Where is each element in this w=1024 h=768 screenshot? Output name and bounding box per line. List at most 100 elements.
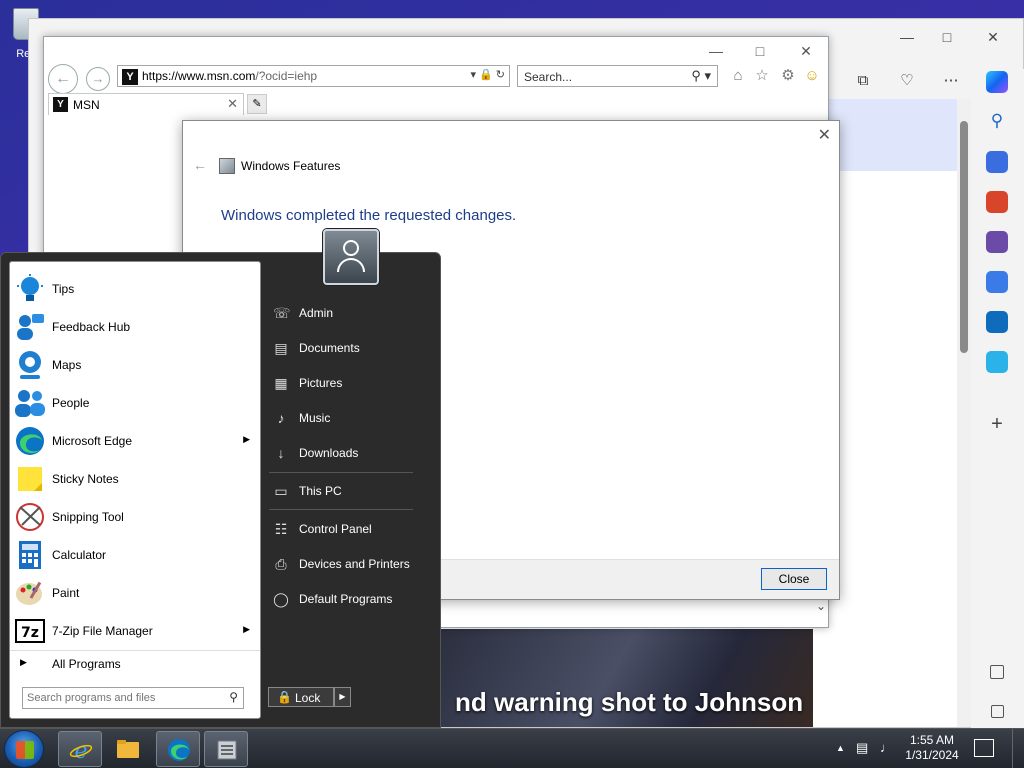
program-label: Calculator <box>52 548 107 562</box>
smiley-feedback-icon[interactable]: ☺ <box>802 66 822 86</box>
edge-close-button[interactable]: ✕ <box>983 27 1003 47</box>
music-icon: ♪ <box>277 410 285 426</box>
ie-close-button[interactable]: ✕ <box>796 41 816 61</box>
search-icon[interactable]: ⚲ <box>229 690 238 704</box>
tools-icon[interactable] <box>986 191 1008 213</box>
program-7zip[interactable]: 7z 7-Zip File Manager ▶ <box>10 612 260 650</box>
start-search-box[interactable]: ⚲ <box>22 687 244 709</box>
edge-collections-icon[interactable]: ⧉ <box>851 69 875 93</box>
headline-text[interactable]: nd warning shot to Johnson <box>455 687 803 718</box>
games-icon[interactable] <box>986 231 1008 253</box>
sidebar-toggle-icon[interactable] <box>990 665 1004 679</box>
start-button[interactable] <box>4 730 44 768</box>
power-options-arrow-icon[interactable]: ▶ <box>334 687 351 707</box>
user-avatar-body <box>337 258 365 272</box>
edge-health-icon[interactable]: ♡ <box>895 69 919 93</box>
outlook-icon[interactable] <box>986 311 1008 333</box>
search-icon[interactable]: ⚲ ▾ <box>691 68 711 84</box>
feedback-hub-icon <box>17 314 44 340</box>
tray-expand-icon[interactable]: ▲ <box>836 743 845 753</box>
network-icon[interactable]: ▤ <box>856 740 868 756</box>
favorites-star-icon[interactable]: ☆ <box>752 66 772 86</box>
start-right-this-pc[interactable]: ▭ This PC <box>269 476 419 506</box>
program-feedback-hub[interactable]: Feedback Hub <box>10 308 260 346</box>
back-arrow-icon[interactable]: ← <box>193 157 207 173</box>
edge-minimize-button[interactable]: — <box>897 27 917 47</box>
program-sticky-notes[interactable]: Sticky Notes <box>10 460 260 498</box>
start-right-downloads[interactable]: ↓ Downloads <box>269 438 419 468</box>
url-text[interactable]: https://www.msn.com/?ocid=iehp <box>142 69 317 83</box>
submenu-arrow-icon[interactable]: ▶ <box>243 434 250 445</box>
lock-button[interactable]: 🔒 Lock <box>268 687 334 707</box>
ie-maximize-button[interactable]: □ <box>750 41 770 61</box>
program-tips[interactable]: Tips <box>10 270 260 308</box>
program-label: People <box>52 396 90 410</box>
tips-icon <box>17 274 43 301</box>
user-avatar[interactable] <box>323 229 379 285</box>
right-item-label: Documents <box>299 341 360 355</box>
taskbar-file-explorer[interactable] <box>106 731 150 767</box>
start-right-documents[interactable]: ▤ Documents <box>269 333 419 363</box>
forward-button[interactable]: → <box>86 67 110 91</box>
internet-explorer-icon: e <box>69 739 93 762</box>
taskbar-windows-features[interactable] <box>204 731 248 767</box>
open-external-icon[interactable] <box>991 705 1004 718</box>
taskbar-edge[interactable] <box>156 731 200 767</box>
windows-features-icon <box>217 740 237 760</box>
add-sidebar-icon[interactable]: + <box>986 413 1008 435</box>
clock-time: 1:55 AM <box>909 733 955 747</box>
close-icon[interactable]: ✕ <box>818 125 831 145</box>
home-icon[interactable]: ⌂ <box>728 66 748 86</box>
copilot-icon[interactable] <box>986 71 1008 93</box>
right-separator <box>269 509 413 510</box>
start-right-admin[interactable]: ☏ Admin <box>269 298 419 328</box>
right-item-label: Pictures <box>299 376 343 390</box>
control-panel-icon: ☷ <box>274 521 288 537</box>
start-right-default-programs[interactable]: ◯ Default Programs <box>269 584 419 614</box>
ie-minimize-button[interactable]: — <box>706 41 726 61</box>
new-tab-button[interactable]: ✎ <box>247 94 267 114</box>
program-maps[interactable]: Maps <box>10 346 260 384</box>
lock-label: Lock <box>295 691 321 705</box>
search-icon[interactable]: ⚲ <box>986 111 1008 133</box>
shopping-tag-icon[interactable] <box>986 151 1008 173</box>
chevron-down-icon[interactable]: ⌄ <box>816 599 826 613</box>
right-item-label: Control Panel <box>299 522 372 536</box>
gear-icon[interactable]: ⚙ <box>778 66 798 86</box>
program-calculator[interactable]: Calculator <box>10 536 260 574</box>
back-button[interactable]: ← <box>48 64 78 94</box>
start-right-devices-printers[interactable]: ⎙ Devices and Printers <box>269 549 419 579</box>
right-item-label: This PC <box>299 484 342 498</box>
edge-scrollbar[interactable] <box>957 99 971 727</box>
all-programs[interactable]: ▶ All Programs <box>10 650 260 674</box>
notification-icon[interactable] <box>974 739 994 757</box>
sticky-notes-icon <box>18 467 42 491</box>
volume-muted-icon[interactable]: ♩ <box>880 740 893 755</box>
ie-search-box[interactable]: Search... ⚲ ▾ <box>517 65 718 87</box>
edge-maximize-button[interactable]: □ <box>937 27 957 47</box>
program-people[interactable]: People <box>10 384 260 422</box>
program-microsoft-edge[interactable]: Microsoft Edge ▶ <box>10 422 260 460</box>
program-snipping-tool[interactable]: Snipping Tool <box>10 498 260 536</box>
program-paint[interactable]: Paint <box>10 574 260 612</box>
close-button[interactable]: Close <box>761 568 827 590</box>
submenu-arrow-icon[interactable]: ▶ <box>243 624 250 635</box>
clock[interactable]: 1:55 AM 1/31/2024 <box>904 733 960 763</box>
program-label: Maps <box>52 358 82 372</box>
maps-icon <box>19 351 41 379</box>
taskbar-ie[interactable]: e <box>58 731 102 767</box>
edge-more-icon[interactable]: ⋯ <box>939 69 963 93</box>
address-actions[interactable]: ▾ 🔒 ↻ <box>470 68 505 81</box>
edge-scroll-thumb[interactable] <box>960 121 968 353</box>
address-bar[interactable]: Y https://www.msn.com/?ocid=iehp ▾ 🔒 ↻ <box>117 65 510 87</box>
start-right-music[interactable]: ♪ Music <box>269 403 419 433</box>
start-right-control-panel[interactable]: ☷ Control Panel <box>269 514 419 544</box>
show-desktop-button[interactable] <box>1012 729 1024 768</box>
start-search-input[interactable] <box>27 690 217 706</box>
drop-icon[interactable] <box>986 351 1008 373</box>
ie-tab-msn[interactable]: Y MSN ✕ <box>48 93 244 115</box>
microsoft365-icon[interactable] <box>986 271 1008 293</box>
tab-close-icon[interactable]: ✕ <box>227 96 238 112</box>
globe-icon: ◯ <box>273 591 289 607</box>
start-right-pictures[interactable]: ▦ Pictures <box>269 368 419 398</box>
